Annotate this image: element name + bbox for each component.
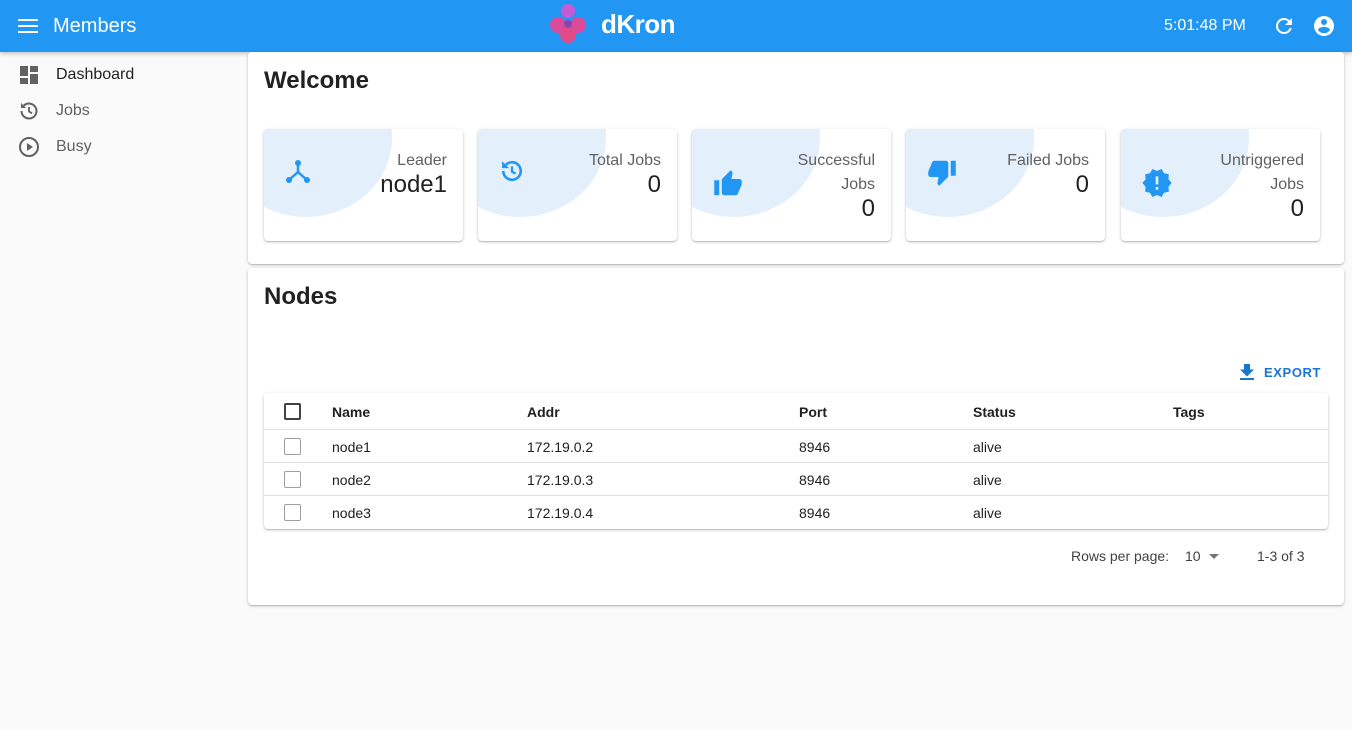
play-circle-icon <box>17 135 41 159</box>
sidebar-item-label: Dashboard <box>56 66 135 83</box>
card-value: 0 <box>861 195 875 222</box>
leader-icon <box>284 157 312 185</box>
column-header-tags[interactable]: Tags <box>1173 403 1205 421</box>
nodes-title: Nodes <box>264 283 338 310</box>
row-checkbox[interactable] <box>284 471 301 488</box>
rows-per-page-select[interactable]: 10 <box>1185 548 1225 566</box>
column-header-name[interactable]: Name <box>332 403 370 421</box>
column-header-addr[interactable]: Addr <box>527 403 560 421</box>
app-bar: Members dKron 5:01:48 PM <box>0 0 1352 52</box>
download-icon <box>1240 364 1254 380</box>
table-header: Name Addr Port Status Tags <box>264 393 1328 430</box>
account-icon[interactable] <box>1312 14 1336 38</box>
cell-port: 8946 <box>799 505 831 521</box>
pagination-range: 1-3 of 3 <box>1257 548 1305 564</box>
cell-addr: 172.19.0.4 <box>527 505 594 521</box>
sidebar-item-label: Jobs <box>56 102 90 119</box>
card-label: Untriggered Jobs <box>1220 152 1304 193</box>
thumb-up-icon <box>712 169 742 197</box>
page-title: Members <box>53 15 137 37</box>
rows-per-page-value: 10 <box>1185 548 1201 564</box>
table-row[interactable]: node1 172.19.0.2 8946 alive <box>264 430 1328 463</box>
thumb-down-icon <box>926 157 956 186</box>
nodes-table: Name Addr Port Status Tags node1 172.19.… <box>264 393 1328 529</box>
welcome-title: Welcome <box>264 67 369 94</box>
new-releases-icon <box>1141 167 1172 197</box>
row-checkbox[interactable] <box>284 438 301 455</box>
cell-name: node2 <box>332 472 371 488</box>
total-jobs-card: Total Jobs 0 <box>478 129 677 241</box>
export-label: EXPORT <box>1264 364 1322 380</box>
card-label: Failed Jobs <box>1007 152 1089 169</box>
sidebar-item-jobs[interactable]: Jobs <box>0 93 240 129</box>
nodes-panel: Nodes EXPORT Name Addr Port Status Tags … <box>248 268 1344 605</box>
row-checkbox[interactable] <box>284 504 301 521</box>
column-header-status[interactable]: Status <box>973 403 1016 421</box>
column-header-port[interactable]: Port <box>799 403 827 421</box>
cell-status: alive <box>973 472 1002 488</box>
cell-name: node1 <box>332 439 371 455</box>
cell-port: 8946 <box>799 439 831 455</box>
select-all-checkbox[interactable] <box>284 403 301 420</box>
sidebar: Dashboard Jobs Busy <box>0 52 240 730</box>
history-icon <box>498 157 526 185</box>
clock: 5:01:48 PM <box>1164 17 1246 34</box>
card-label: Successful Jobs <box>797 152 875 193</box>
export-button[interactable]: EXPORT <box>1240 362 1321 382</box>
cell-port: 8946 <box>799 472 831 488</box>
history-icon <box>17 99 41 123</box>
successful-jobs-card: Successful Jobs 0 <box>692 129 891 241</box>
table-row[interactable]: node3 172.19.0.4 8946 alive <box>264 496 1328 529</box>
welcome-panel: Welcome Leader node1 Total Jobs 0 Succes… <box>248 52 1344 264</box>
menu-icon[interactable] <box>16 14 40 38</box>
card-label: Leader <box>397 152 447 169</box>
sidebar-item-busy[interactable]: Busy <box>0 129 240 165</box>
cell-name: node3 <box>332 505 371 521</box>
dkron-logo: dKron <box>545 1 676 47</box>
cell-status: alive <box>973 505 1002 521</box>
dashboard-icon <box>17 63 41 87</box>
rows-per-page-label: Rows per page: <box>1071 548 1170 564</box>
card-label: Total Jobs <box>588 152 661 169</box>
logo-text: dKron <box>601 8 676 39</box>
card-value: 0 <box>1075 171 1089 198</box>
pagination: Rows per page: 10 1-3 of 3 <box>248 545 1344 569</box>
failed-jobs-card: Failed Jobs 0 <box>906 129 1105 241</box>
dropdown-arrow-icon <box>1209 554 1219 559</box>
refresh-icon[interactable] <box>1272 14 1296 38</box>
card-value: 0 <box>647 171 661 198</box>
leader-card: Leader node1 <box>264 129 463 241</box>
sidebar-item-label: Busy <box>56 138 92 155</box>
cell-status: alive <box>973 439 1002 455</box>
card-value: 0 <box>1290 195 1304 222</box>
cell-addr: 172.19.0.3 <box>527 472 594 488</box>
card-value: node1 <box>380 171 447 198</box>
untriggered-jobs-card: Untriggered Jobs 0 <box>1121 129 1320 241</box>
dkron-logo-icon <box>550 4 586 43</box>
table-row[interactable]: node2 172.19.0.3 8946 alive <box>264 463 1328 496</box>
cell-addr: 172.19.0.2 <box>527 439 594 455</box>
sidebar-item-dashboard[interactable]: Dashboard <box>0 57 240 93</box>
